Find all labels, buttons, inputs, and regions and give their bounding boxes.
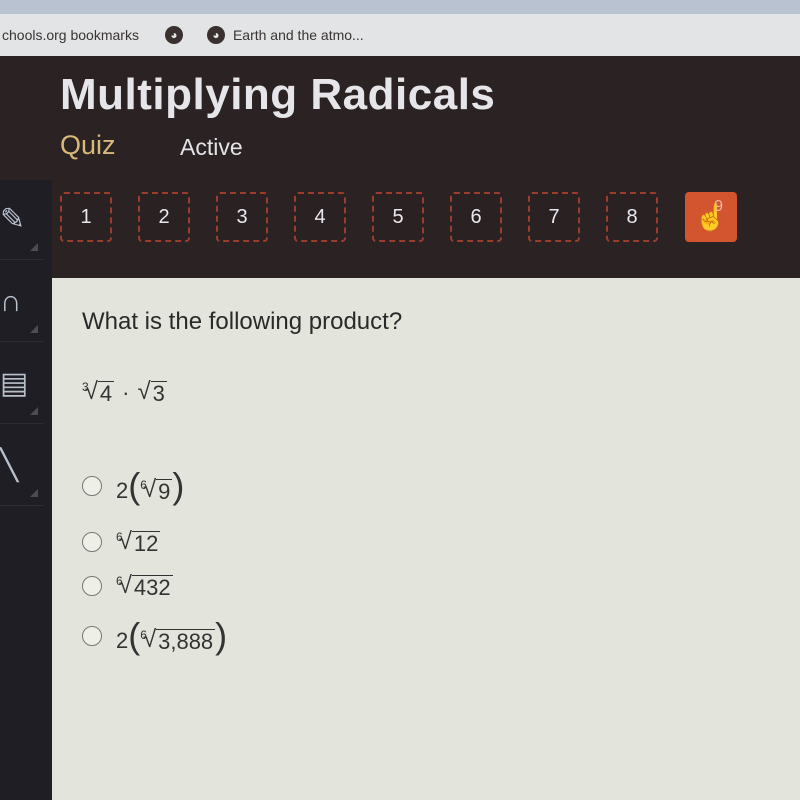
question-navigation: 1 2 3 4 5 6 7 8 ☝ 9 <box>60 192 737 242</box>
pen-icon: ╲ <box>0 449 19 482</box>
bookmark-label: Earth and the atmo... <box>232 27 364 43</box>
answer-expression: 6 √ 432 <box>116 572 173 600</box>
answer-expression: 2 ( 6 √ 9 ) <box>116 468 184 504</box>
radicand: 12 <box>131 530 161 556</box>
tool-sidebar: ✎ ∩ ▤ ╲ <box>0 180 52 800</box>
expand-triangle-icon <box>30 489 38 497</box>
radicand: 4 <box>97 380 115 406</box>
calculator-icon: ▤ <box>0 367 29 400</box>
bookmarks-bar: chools.org bookmarks ◕ ◕ Earth and the a… <box>0 14 800 56</box>
question-button-2[interactable]: 2 <box>138 192 190 242</box>
answer-option-1[interactable]: 2 ( 6 √ 9 ) <box>82 458 227 514</box>
status-label: Active <box>180 134 243 160</box>
question-button-3[interactable]: 3 <box>216 192 268 242</box>
answer-expression: 6 √ 12 <box>116 528 161 556</box>
globe-icon: ◕ <box>164 26 183 44</box>
radio-button[interactable] <box>82 532 102 552</box>
answer-option-3[interactable]: 6 √ 432 <box>82 564 227 608</box>
radical-index: 6 <box>116 530 123 544</box>
left-paren: ( <box>128 465 141 506</box>
pencil-tool-button[interactable]: ✎ <box>0 180 44 260</box>
radicand: 432 <box>131 574 173 600</box>
question-button-9-current[interactable]: ☝ 9 <box>685 192 737 242</box>
bookmark-earth[interactable]: ◕ Earth and the atmo... <box>206 26 364 44</box>
question-number: 7 <box>548 205 560 228</box>
answer-option-2[interactable]: 6 √ 12 <box>82 520 227 564</box>
globe-icon: ◕ <box>206 26 225 44</box>
activity-type-label: Quiz <box>60 130 116 160</box>
page-title: Multiplying Radicals <box>60 70 496 119</box>
radicand: 3,888 <box>156 628 216 654</box>
radical-term: 3 √ 4 <box>82 378 115 406</box>
question-button-1[interactable]: 1 <box>60 192 112 242</box>
radio-button[interactable] <box>82 476 102 496</box>
bookmark-item[interactable]: ◕ <box>164 26 183 44</box>
question-button-6[interactable]: 6 <box>450 192 502 242</box>
answer-expression: 2 ( 6 √ 3,888 ) <box>116 618 227 654</box>
radical-index: 6 <box>140 628 147 642</box>
question-button-5[interactable]: 5 <box>372 192 424 242</box>
answer-option-4[interactable]: 2 ( 6 √ 3,888 ) <box>82 608 227 664</box>
calculator-tool-button[interactable]: ▤ <box>0 344 44 424</box>
question-expression: 3 √ 4 · √ 3 <box>82 378 167 406</box>
question-number: 2 <box>158 205 170 228</box>
question-number: 5 <box>392 205 404 228</box>
question-button-7[interactable]: 7 <box>528 192 580 242</box>
coefficient: 2 <box>116 478 129 503</box>
radicand: 9 <box>156 478 173 504</box>
radical-index: 6 <box>116 574 123 588</box>
right-paren: ) <box>215 615 228 656</box>
radio-button[interactable] <box>82 576 102 596</box>
question-button-8[interactable]: 8 <box>606 192 658 242</box>
question-number: 6 <box>470 205 482 228</box>
answer-options: 2 ( 6 √ 9 ) 6 √ 12 6 √ 432 2 (6 √ 3,888… <box>82 458 227 664</box>
headphones-tool-button[interactable]: ∩ <box>0 262 44 342</box>
question-number: 9 <box>714 198 723 215</box>
question-prompt: What is the following product? <box>82 308 403 335</box>
right-paren: ) <box>172 465 185 506</box>
question-button-4[interactable]: 4 <box>294 192 346 242</box>
radicand: 3 <box>150 380 167 406</box>
radical-index: 6 <box>140 478 147 492</box>
bookmark-label: chools.org bookmarks <box>2 27 139 43</box>
question-number: 8 <box>626 205 638 228</box>
expand-triangle-icon <box>30 325 38 333</box>
radical-index: 3 <box>82 380 89 394</box>
coefficient: 2 <box>116 628 129 653</box>
headphones-icon: ∩ <box>0 284 22 318</box>
question-panel: What is the following product? 3 √ 4 · √… <box>52 278 800 800</box>
expand-triangle-icon <box>30 243 38 251</box>
radical-sign-icon: √ <box>137 378 151 405</box>
bookmark-folder[interactable]: chools.org bookmarks <box>2 27 139 43</box>
browser-tab-strip <box>0 0 800 14</box>
pencil-icon: ✎ <box>0 203 26 236</box>
question-number: 1 <box>80 205 92 228</box>
radical-term: √ 3 <box>137 378 167 406</box>
left-paren: ( <box>128 615 141 656</box>
radio-button[interactable] <box>82 626 102 646</box>
question-number: 4 <box>314 205 326 228</box>
multiply-operator: · <box>122 380 130 405</box>
question-number: 3 <box>236 205 248 228</box>
pen-tool-button[interactable]: ╲ <box>0 426 44 506</box>
expand-triangle-icon <box>30 407 38 415</box>
